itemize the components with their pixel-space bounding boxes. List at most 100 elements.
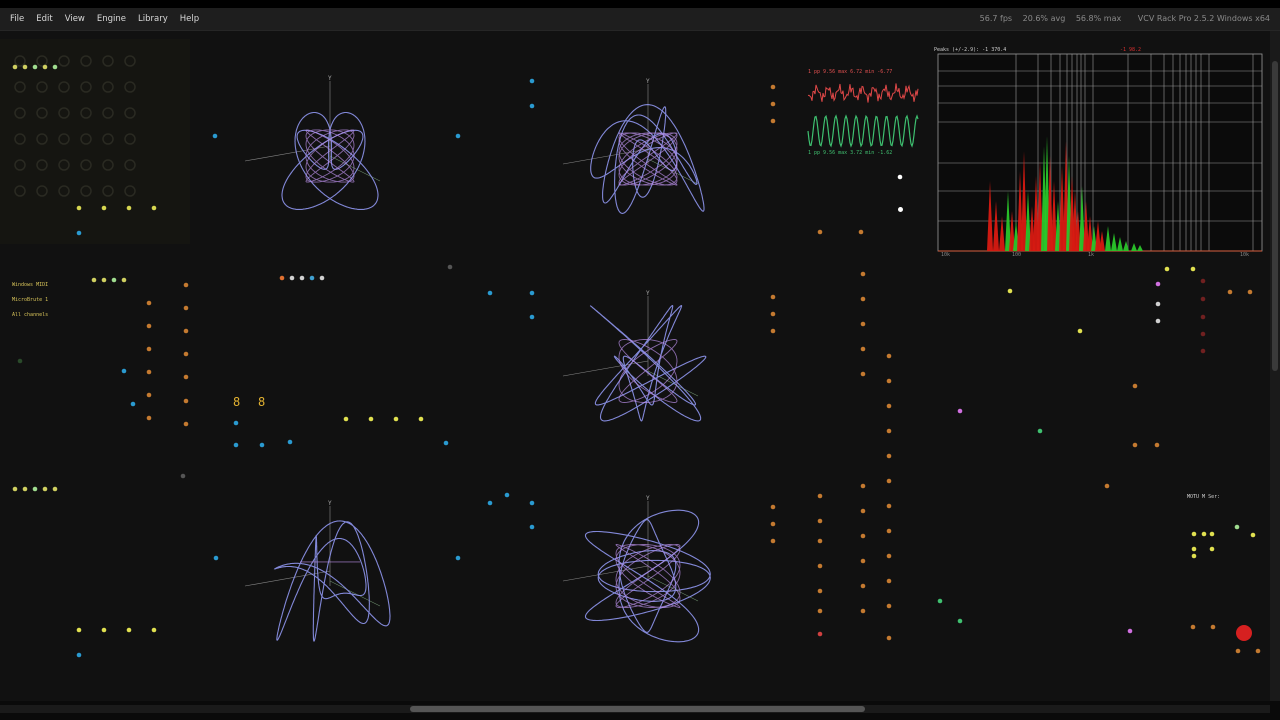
scope-trace-red bbox=[807, 83, 919, 103]
jack-led bbox=[886, 403, 892, 409]
jack-led bbox=[860, 321, 866, 327]
jack-led bbox=[529, 500, 535, 506]
scope-axis-label: Y bbox=[646, 290, 650, 297]
menu-help[interactable]: Help bbox=[174, 8, 205, 30]
jack-led bbox=[121, 368, 127, 374]
jack-led bbox=[1132, 442, 1138, 448]
jack-led bbox=[180, 473, 186, 479]
jack-led bbox=[860, 296, 866, 302]
midi-channel-label[interactable]: All channels bbox=[12, 312, 48, 318]
jack-led bbox=[886, 478, 892, 484]
midi-device-label[interactable]: MicroBrute 1 bbox=[12, 297, 48, 303]
jack-led bbox=[299, 275, 305, 281]
jack-led bbox=[817, 588, 823, 594]
jack-led bbox=[91, 277, 97, 283]
scope-trace-green bbox=[807, 114, 919, 148]
jack-led bbox=[770, 118, 776, 124]
segment-display-left: 8 bbox=[233, 395, 241, 409]
jack-led bbox=[886, 635, 892, 641]
jack-led bbox=[1191, 531, 1197, 537]
horizontal-scrollbar[interactable] bbox=[0, 701, 1280, 720]
jack-led bbox=[455, 133, 461, 139]
cpu-max-readout: 56.8% max bbox=[1075, 14, 1122, 23]
jack-led bbox=[1104, 483, 1110, 489]
jack-led bbox=[146, 300, 152, 306]
jack-led bbox=[817, 493, 823, 499]
segment-display-right: 8 bbox=[258, 395, 266, 409]
jack-led bbox=[1250, 532, 1256, 538]
jack-led bbox=[443, 440, 449, 446]
vertical-scrollbar[interactable] bbox=[1270, 31, 1280, 701]
scope-axis-label: Y bbox=[328, 75, 332, 82]
scope-axis-x bbox=[562, 565, 649, 582]
jack-led bbox=[1201, 531, 1207, 537]
jack-led bbox=[101, 277, 107, 283]
jack-led bbox=[52, 486, 58, 492]
jack-led bbox=[886, 378, 892, 384]
title-strip bbox=[0, 0, 1280, 8]
jack-led bbox=[1200, 314, 1206, 320]
jack-led bbox=[487, 500, 493, 506]
jack-led bbox=[1247, 289, 1253, 295]
jack-led bbox=[279, 275, 285, 281]
rack-scene: Y Y Y Y Y bbox=[0, 39, 1263, 658]
jack-led bbox=[1235, 648, 1241, 654]
record-button-icon[interactable] bbox=[1236, 625, 1252, 641]
audio-interface-label[interactable]: MOTU M Ser: bbox=[1187, 494, 1220, 500]
jack-led bbox=[886, 353, 892, 359]
jack-led bbox=[418, 416, 424, 422]
jack-led bbox=[1164, 266, 1170, 272]
jack-led bbox=[393, 416, 399, 422]
jack-led bbox=[770, 328, 776, 334]
jack-led bbox=[487, 290, 493, 296]
jack-led bbox=[1190, 266, 1196, 272]
rack-canvas[interactable]: Y Y Y Y Y Windows MIDI MicroBrute 1 All chan… bbox=[0, 31, 1270, 701]
jack-led bbox=[1154, 442, 1160, 448]
analyzer-x-tick: 100 bbox=[1012, 252, 1022, 258]
jack-led bbox=[1132, 383, 1138, 389]
analyzer-x-tick: 10k bbox=[941, 252, 951, 258]
jack-led bbox=[151, 205, 157, 211]
jack-led bbox=[886, 428, 892, 434]
jack-led bbox=[529, 314, 535, 320]
jack-led bbox=[1200, 331, 1206, 337]
fps-readout: 56.7 fps bbox=[979, 14, 1013, 23]
menu-bar: File Edit View Engine Library Help 56.7 … bbox=[0, 8, 1280, 31]
jack-led bbox=[1209, 531, 1215, 537]
jack-led bbox=[886, 603, 892, 609]
horizontal-scroll-thumb[interactable] bbox=[410, 706, 865, 712]
menu-engine[interactable]: Engine bbox=[91, 8, 132, 30]
scope-axis-label: Y bbox=[646, 78, 650, 85]
jack-led bbox=[183, 421, 189, 427]
jack-led bbox=[22, 64, 28, 70]
jack-led bbox=[886, 453, 892, 459]
jack-led bbox=[860, 533, 866, 539]
jack-led bbox=[146, 323, 152, 329]
jack-led bbox=[529, 290, 535, 296]
menu-view[interactable]: View bbox=[59, 8, 91, 30]
jack-led bbox=[233, 420, 239, 426]
jack-led bbox=[860, 483, 866, 489]
menu-edit[interactable]: Edit bbox=[30, 8, 58, 30]
jack-led bbox=[860, 346, 866, 352]
jack-led bbox=[860, 583, 866, 589]
jack-led bbox=[1255, 648, 1261, 654]
midi-driver-label[interactable]: Windows MIDI bbox=[12, 282, 48, 288]
jack-led bbox=[817, 563, 823, 569]
jack-led bbox=[111, 277, 117, 283]
jack-led bbox=[1077, 328, 1083, 334]
jack-led bbox=[289, 275, 295, 281]
menu-file[interactable]: File bbox=[4, 8, 30, 30]
jack-led bbox=[1127, 628, 1133, 634]
vertical-scroll-thumb[interactable] bbox=[1272, 61, 1278, 371]
jack-led bbox=[817, 631, 823, 637]
jack-led bbox=[886, 553, 892, 559]
menu-library[interactable]: Library bbox=[132, 8, 174, 30]
jack-led bbox=[860, 271, 866, 277]
jack-led bbox=[1200, 348, 1206, 354]
jack-led bbox=[183, 398, 189, 404]
jack-led bbox=[32, 486, 38, 492]
jack-led bbox=[343, 416, 349, 422]
jack-led bbox=[817, 608, 823, 614]
ghost-module-panel bbox=[0, 39, 190, 244]
